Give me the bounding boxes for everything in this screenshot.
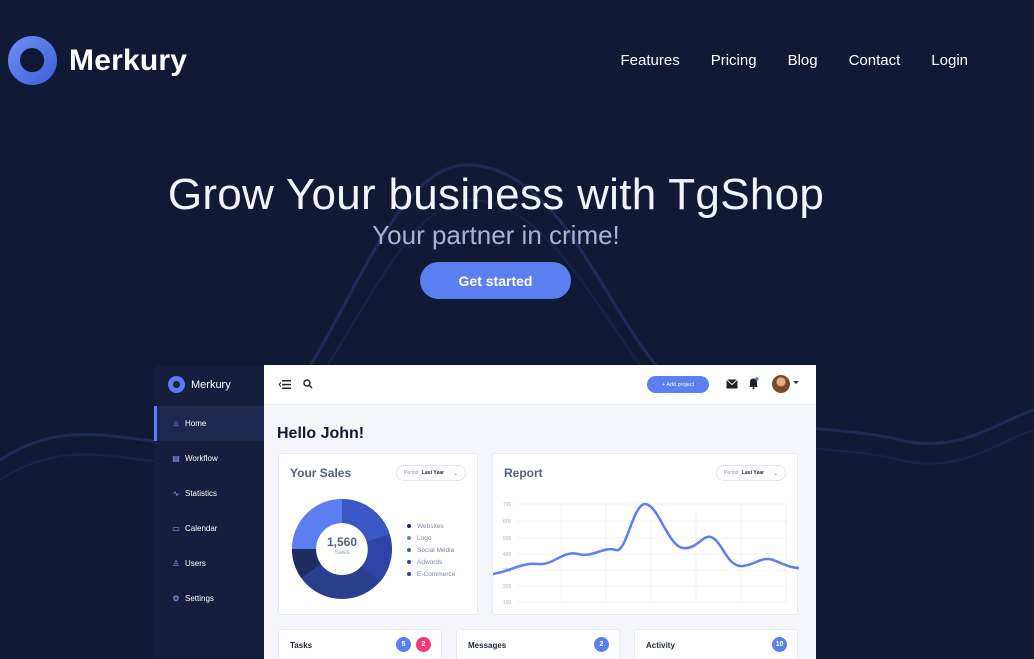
- site-header: Merkury Features Pricing Blog Contact Lo…: [0, 0, 1034, 120]
- legend-item: Social Media: [407, 544, 455, 556]
- activity-badge: 10: [772, 637, 787, 652]
- dashboard-logo-icon: [168, 376, 185, 393]
- sidebar-item-label: Home: [185, 419, 207, 428]
- merkury-logo-icon: [8, 36, 57, 85]
- y-tick-label: 200: [503, 584, 512, 590]
- dashboard-brand[interactable]: Merkury: [168, 376, 231, 393]
- workflow-icon: ▤: [172, 453, 180, 463]
- settings-icon: ⚙: [172, 593, 180, 603]
- report-period-select[interactable]: Period: Last Year ⌄: [716, 465, 786, 481]
- sidebar-item-label: Statistics: [185, 489, 218, 498]
- sidebar-item-label: Settings: [185, 594, 214, 603]
- hero-title: Grow Your business with TgShop: [167, 170, 825, 219]
- brand-name: Merkury: [69, 43, 188, 77]
- nav-login-link[interactable]: Login: [931, 52, 968, 69]
- y-tick-label: 400: [503, 552, 512, 558]
- sidebar-item-workflow[interactable]: ▤ Workflow: [154, 441, 264, 476]
- dashboard-topbar: + Add project: [264, 365, 816, 405]
- hero-subtitle: Your partner in crime!: [372, 220, 620, 250]
- chevron-down-icon: ⌄: [452, 471, 458, 477]
- get-started-button[interactable]: Get started: [420, 262, 571, 299]
- statistics-icon: ∿: [172, 488, 180, 498]
- y-tick-label: 100: [503, 600, 512, 606]
- dashboard-sidebar: Merkury ⌂ Home ▤ Workflow ∿ Statistics ▭…: [154, 365, 264, 659]
- tasks-badge: 5: [396, 637, 411, 652]
- dashboard-main: + Add project Hello John! Your Sales Per…: [264, 365, 816, 659]
- activity-label: Activity: [646, 641, 675, 650]
- greeting: Hello John!: [277, 425, 365, 442]
- messages-label: Messages: [468, 641, 507, 650]
- sales-total-label: Sales: [334, 550, 350, 556]
- sidebar-item-settings[interactable]: ⚙ Settings: [154, 581, 264, 616]
- nav-pricing-link[interactable]: Pricing: [711, 52, 757, 69]
- sidebar-item-label: Calendar: [185, 524, 218, 533]
- sidebar-item-home[interactable]: ⌂ Home: [154, 406, 264, 441]
- report-card: Report Period: Last Year ⌄ 700 600 500 4…: [492, 453, 799, 615]
- avatar[interactable]: [772, 375, 790, 393]
- sales-total: 1,560: [326, 535, 358, 549]
- add-project-button[interactable]: + Add project: [647, 376, 709, 393]
- bell-icon[interactable]: [748, 377, 759, 389]
- search-icon[interactable]: [303, 379, 313, 389]
- dashboard-brand-name: Merkury: [191, 378, 231, 391]
- messages-badge: 2: [594, 637, 609, 652]
- chevron-down-icon[interactable]: [793, 381, 799, 384]
- dashboard-preview: Merkury ⌂ Home ▤ Workflow ∿ Statistics ▭…: [154, 365, 816, 659]
- sales-card: Your Sales Period: Last Year ⌄ 1,560 Sale…: [278, 453, 478, 615]
- y-tick-label: 600: [503, 519, 512, 525]
- sidebar-item-label: Workflow: [185, 454, 218, 463]
- legend-item: Websites: [407, 520, 455, 532]
- tasks-label: Tasks: [290, 641, 313, 650]
- dashboard-nav: ⌂ Home ▤ Workflow ∿ Statistics ▭ Calenda…: [154, 406, 264, 616]
- sales-donut-chart: [291, 499, 392, 599]
- sales-legend: Websites Logo Social Media Adwords E-Com…: [407, 520, 455, 580]
- report-card-title: Report: [504, 466, 543, 480]
- y-tick-label: 500: [503, 536, 512, 542]
- sidebar-item-label: Users: [185, 559, 206, 568]
- report-line-chart: 700 600 500 400 300 200 100: [493, 502, 799, 606]
- nav-contact-link[interactable]: Contact: [849, 52, 901, 69]
- users-icon: ♙: [172, 558, 180, 568]
- chevron-down-icon: ⌄: [772, 471, 778, 477]
- mail-icon[interactable]: [726, 379, 738, 389]
- tasks-alert-badge: 2: [416, 637, 431, 652]
- sales-period-select[interactable]: Period: Last Year ⌄: [396, 465, 466, 481]
- calendar-icon: ▭: [172, 523, 180, 533]
- sidebar-item-statistics[interactable]: ∿ Statistics: [154, 476, 264, 511]
- brand[interactable]: Merkury: [8, 36, 187, 85]
- sidebar-item-calendar[interactable]: ▭ Calendar: [154, 511, 264, 546]
- y-tick-label: 700: [503, 502, 512, 508]
- activity-card[interactable]: Activity 10: [634, 629, 798, 659]
- messages-card[interactable]: Messages 2: [456, 629, 620, 659]
- tasks-card[interactable]: Tasks 5 2: [278, 629, 442, 659]
- legend-item: E-Commerce: [407, 568, 455, 580]
- report-series-line: [493, 502, 799, 576]
- sidebar-item-users[interactable]: ♙ Users: [154, 546, 264, 581]
- menu-collapse-icon[interactable]: [278, 379, 292, 390]
- nav-features-link[interactable]: Features: [621, 52, 680, 69]
- main-nav: Features Pricing Blog Contact Login: [621, 52, 969, 69]
- sales-card-title: Your Sales: [290, 466, 352, 480]
- nav-blog-link[interactable]: Blog: [788, 52, 818, 69]
- legend-item: Adwords: [407, 556, 455, 568]
- home-icon: ⌂: [173, 418, 179, 428]
- legend-item: Logo: [407, 532, 455, 544]
